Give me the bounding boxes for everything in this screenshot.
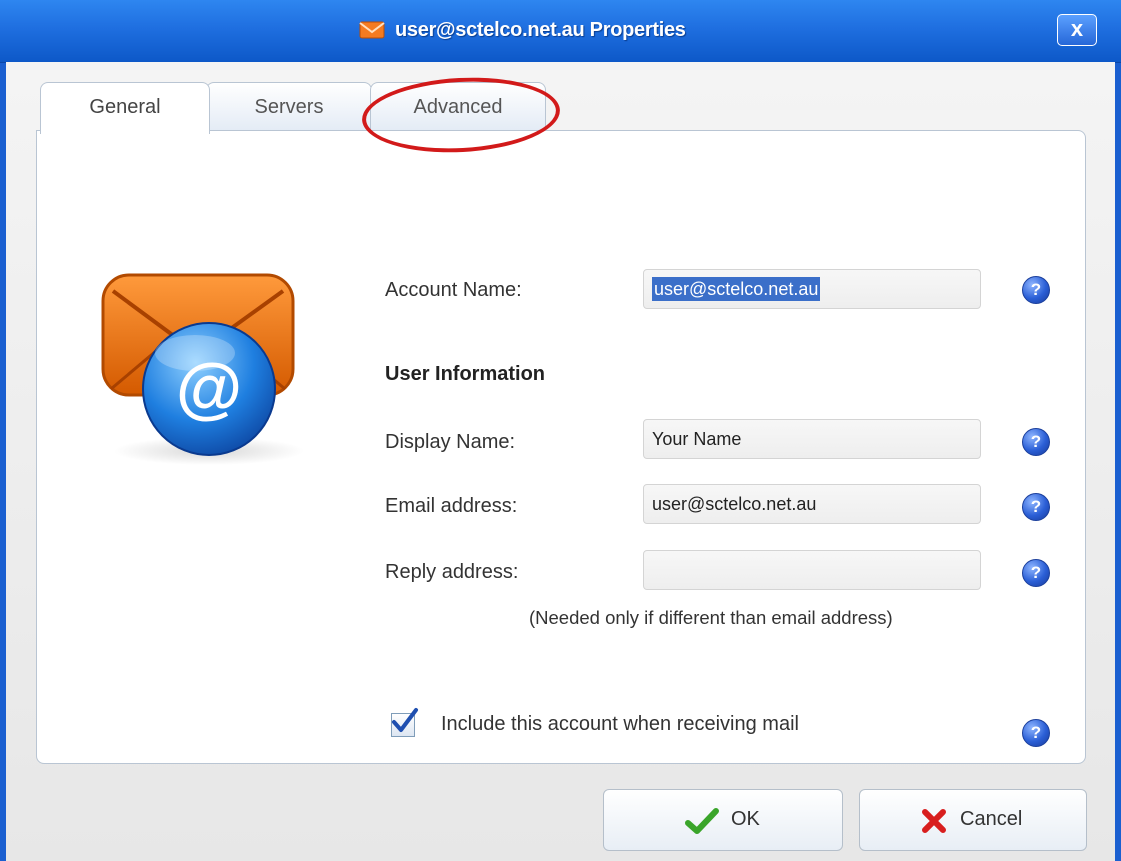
checkmark-icon — [392, 708, 418, 732]
user-information-heading: User Information — [385, 363, 546, 385]
email-account-icon: @ — [101, 273, 304, 465]
red-x-icon — [922, 809, 946, 833]
help-icon[interactable]: ? — [1022, 428, 1050, 456]
tab-servers[interactable]: Servers — [206, 82, 372, 132]
account-name-label: Account Name: — [385, 279, 522, 301]
reply-address-label: Reply address: — [385, 561, 519, 583]
account-name-value: user@sctelco.net.au — [652, 277, 821, 301]
tab-label: Servers — [254, 96, 324, 118]
email-address-field[interactable]: user@sctelco.net.au — [643, 484, 981, 524]
svg-text:@: @ — [176, 350, 242, 426]
close-button[interactable]: x — [1057, 14, 1097, 46]
reply-address-field[interactable] — [643, 550, 981, 590]
dialog-body: General Servers Advanced @ Account Name:… — [6, 62, 1115, 861]
display-name-label: Display Name: — [385, 431, 516, 453]
display-name-field[interactable]: Your Name — [643, 419, 981, 459]
include-account-checkbox[interactable] — [391, 708, 418, 737]
close-icon: x — [1070, 16, 1084, 41]
tab-advanced[interactable]: Advanced — [370, 82, 546, 132]
cancel-label: Cancel — [960, 808, 1023, 830]
cancel-button[interactable]: Cancel — [859, 789, 1087, 851]
email-address-label: Email address: — [385, 495, 518, 517]
display-name-value: Your Name — [652, 429, 742, 449]
ok-button[interactable]: OK — [603, 789, 843, 851]
properties-dialog: user@sctelco.net.au Properties x General… — [0, 0, 1121, 861]
green-check-icon — [685, 808, 719, 834]
general-tab-panel: @ Account Name: user@sctelco.net.au ? Us… — [36, 130, 1086, 764]
tab-label: Advanced — [413, 96, 503, 118]
include-account-label[interactable]: Include this account when receiving mail — [441, 713, 799, 736]
window-title: user@sctelco.net.au Properties — [395, 19, 686, 41]
tab-general[interactable]: General — [40, 82, 210, 134]
ok-label: OK — [731, 808, 760, 830]
help-icon[interactable]: ? — [1022, 276, 1050, 304]
tab-label: General — [89, 96, 161, 118]
help-icon[interactable]: ? — [1022, 559, 1050, 587]
reply-address-note: (Needed only if different than email add… — [529, 607, 893, 628]
help-icon[interactable]: ? — [1022, 719, 1050, 747]
help-icon[interactable]: ? — [1022, 493, 1050, 521]
envelope-icon — [359, 21, 385, 39]
account-name-field[interactable]: user@sctelco.net.au — [643, 269, 981, 309]
title-bar[interactable]: user@sctelco.net.au Properties x — [0, 0, 1121, 63]
email-address-value: user@sctelco.net.au — [652, 494, 817, 514]
